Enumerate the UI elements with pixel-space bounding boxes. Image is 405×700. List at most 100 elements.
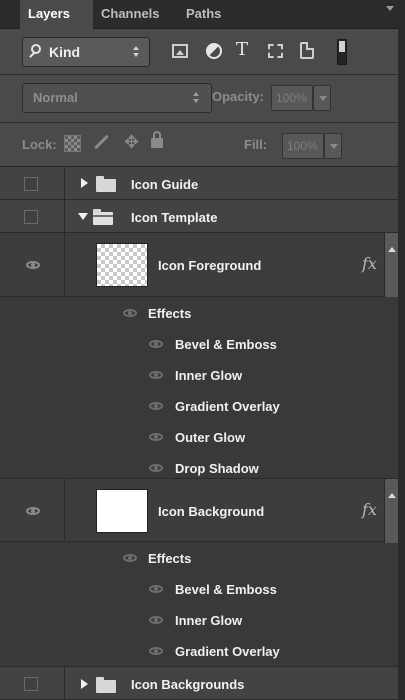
adjustment-layer-filter-icon[interactable] bbox=[206, 43, 222, 59]
eye-icon[interactable] bbox=[149, 371, 163, 379]
effect-row[interactable]: Bevel & Emboss bbox=[0, 573, 398, 604]
fill-input[interactable]: 100% bbox=[282, 133, 324, 159]
updown-arrows-icon bbox=[133, 46, 140, 58]
layer-row-icon-template[interactable]: Icon Template bbox=[0, 200, 398, 233]
fx-expand-button[interactable] bbox=[384, 479, 399, 543]
eye-icon[interactable] bbox=[26, 261, 40, 269]
effect-name: Gradient Overlay bbox=[175, 644, 280, 659]
effects-header[interactable]: Effects bbox=[0, 297, 398, 328]
layers-panel: Layers Channels Paths Kind T Normal Opac… bbox=[0, 0, 399, 700]
effect-name: Bevel & Emboss bbox=[175, 582, 277, 597]
chevron-down-icon bbox=[330, 144, 338, 149]
effect-row[interactable]: Gradient Overlay bbox=[0, 390, 398, 421]
lock-all-icon[interactable] bbox=[151, 131, 163, 148]
panel-menu-icon[interactable] bbox=[386, 6, 394, 11]
effect-row[interactable]: Inner Glow bbox=[0, 359, 398, 390]
effects-label: Effects bbox=[148, 306, 192, 321]
eye-icon[interactable] bbox=[149, 585, 163, 593]
panel-right-edge bbox=[398, 0, 405, 700]
effect-row[interactable]: Bevel & Emboss bbox=[0, 328, 398, 359]
eye-icon[interactable] bbox=[149, 340, 163, 348]
opacity-dropdown-button[interactable] bbox=[313, 85, 331, 111]
tab-paths[interactable]: Paths bbox=[178, 0, 240, 28]
opacity-input[interactable]: 100% bbox=[271, 85, 313, 111]
visibility-off-box[interactable] bbox=[24, 210, 38, 224]
effects-header[interactable]: Effects bbox=[0, 542, 398, 573]
lock-transparent-pixels-icon[interactable] bbox=[64, 135, 81, 152]
blend-mode-value: Normal bbox=[33, 90, 78, 105]
fx-expand-button[interactable] bbox=[384, 233, 399, 297]
effect-row[interactable]: Outer Glow bbox=[0, 421, 398, 452]
layer-row-icon-backgrounds[interactable]: Icon Backgrounds bbox=[0, 666, 398, 700]
filter-toggle-icon[interactable] bbox=[337, 39, 347, 65]
effect-name: Inner Glow bbox=[175, 368, 243, 383]
visibility-off-box[interactable] bbox=[24, 677, 38, 691]
fill-dropdown-button[interactable] bbox=[324, 133, 342, 159]
effect-row[interactable]: Inner Glow bbox=[0, 604, 398, 635]
tab-layers[interactable]: Layers bbox=[20, 0, 93, 29]
lock-image-pixels-icon[interactable] bbox=[92, 133, 110, 151]
layer-name: Icon Guide bbox=[131, 177, 199, 192]
opacity-label: Opacity: bbox=[212, 89, 265, 104]
visibility-cell[interactable] bbox=[0, 200, 65, 232]
eye-icon[interactable] bbox=[123, 309, 137, 317]
chevron-up-icon bbox=[388, 247, 396, 252]
expand-arrow-icon[interactable] bbox=[81, 679, 88, 689]
eye-icon[interactable] bbox=[149, 464, 163, 472]
chevron-up-icon bbox=[388, 493, 396, 498]
visibility-cell[interactable] bbox=[0, 479, 65, 541]
layer-thumbnail bbox=[96, 489, 148, 533]
layer-name: Icon Template bbox=[131, 210, 218, 225]
tab-channels[interactable]: Channels bbox=[93, 0, 178, 28]
visibility-cell[interactable] bbox=[0, 233, 65, 296]
lock-label: Lock: bbox=[22, 137, 57, 152]
fx-icon[interactable]: fx bbox=[362, 500, 377, 519]
panel-tab-bar: Layers Channels Paths bbox=[0, 0, 398, 29]
filter-kind-select[interactable]: Kind bbox=[22, 37, 150, 67]
updown-arrows-icon bbox=[193, 92, 200, 104]
effect-name: Inner Glow bbox=[175, 613, 243, 628]
eye-icon[interactable] bbox=[149, 402, 163, 410]
effect-name: Bevel & Emboss bbox=[175, 337, 277, 352]
search-icon bbox=[31, 44, 41, 54]
eye-icon[interactable] bbox=[26, 507, 40, 515]
type-layer-filter-icon[interactable]: T bbox=[236, 40, 248, 60]
visibility-cell[interactable] bbox=[0, 167, 65, 199]
eye-icon[interactable] bbox=[149, 647, 163, 655]
toggle-knob bbox=[339, 41, 345, 52]
effect-name: Outer Glow bbox=[175, 430, 246, 445]
layer-row-icon-guide[interactable]: Icon Guide bbox=[0, 167, 398, 200]
visibility-off-box[interactable] bbox=[24, 177, 38, 191]
pixel-layer-filter-icon[interactable] bbox=[172, 44, 188, 58]
effect-name: Gradient Overlay bbox=[175, 399, 280, 414]
visibility-cell[interactable] bbox=[0, 667, 65, 699]
layer-list: Icon Guide Icon Template Icon Foreground… bbox=[0, 167, 399, 700]
chevron-down-icon bbox=[319, 96, 327, 101]
eye-icon[interactable] bbox=[149, 433, 163, 441]
lock-position-icon[interactable]: ✥ bbox=[124, 132, 139, 152]
lock-bar: Lock: ✥ Fill: 100% bbox=[0, 123, 398, 167]
blend-mode-select[interactable]: Normal bbox=[22, 83, 212, 113]
folder-icon bbox=[96, 176, 116, 192]
effect-name: Drop Shadow bbox=[175, 461, 259, 476]
collapse-arrow-icon[interactable] bbox=[78, 213, 88, 220]
shape-layer-filter-icon[interactable] bbox=[268, 44, 283, 58]
folder-icon bbox=[96, 677, 116, 693]
filter-kind-label: Kind bbox=[49, 44, 81, 60]
eye-icon[interactable] bbox=[149, 616, 163, 624]
layer-thumbnail bbox=[96, 243, 148, 287]
fx-icon[interactable]: fx bbox=[362, 254, 377, 273]
effects-label: Effects bbox=[148, 551, 192, 566]
layer-name: Icon Background bbox=[158, 504, 265, 519]
layer-name: Icon Foreground bbox=[158, 258, 262, 273]
smart-object-filter-icon[interactable] bbox=[300, 42, 314, 59]
fill-label: Fill: bbox=[244, 137, 268, 152]
layer-filter-bar: Kind T bbox=[0, 29, 398, 75]
expand-arrow-icon[interactable] bbox=[81, 178, 88, 188]
effect-row[interactable]: Gradient Overlay bbox=[0, 635, 398, 666]
blend-mode-bar: Normal Opacity: 100% bbox=[0, 75, 398, 123]
layer-row-icon-background[interactable]: Icon Background fx bbox=[0, 478, 399, 543]
layer-row-icon-foreground[interactable]: Icon Foreground fx bbox=[0, 233, 399, 297]
folder-open-icon bbox=[93, 209, 113, 225]
eye-icon[interactable] bbox=[123, 554, 137, 562]
